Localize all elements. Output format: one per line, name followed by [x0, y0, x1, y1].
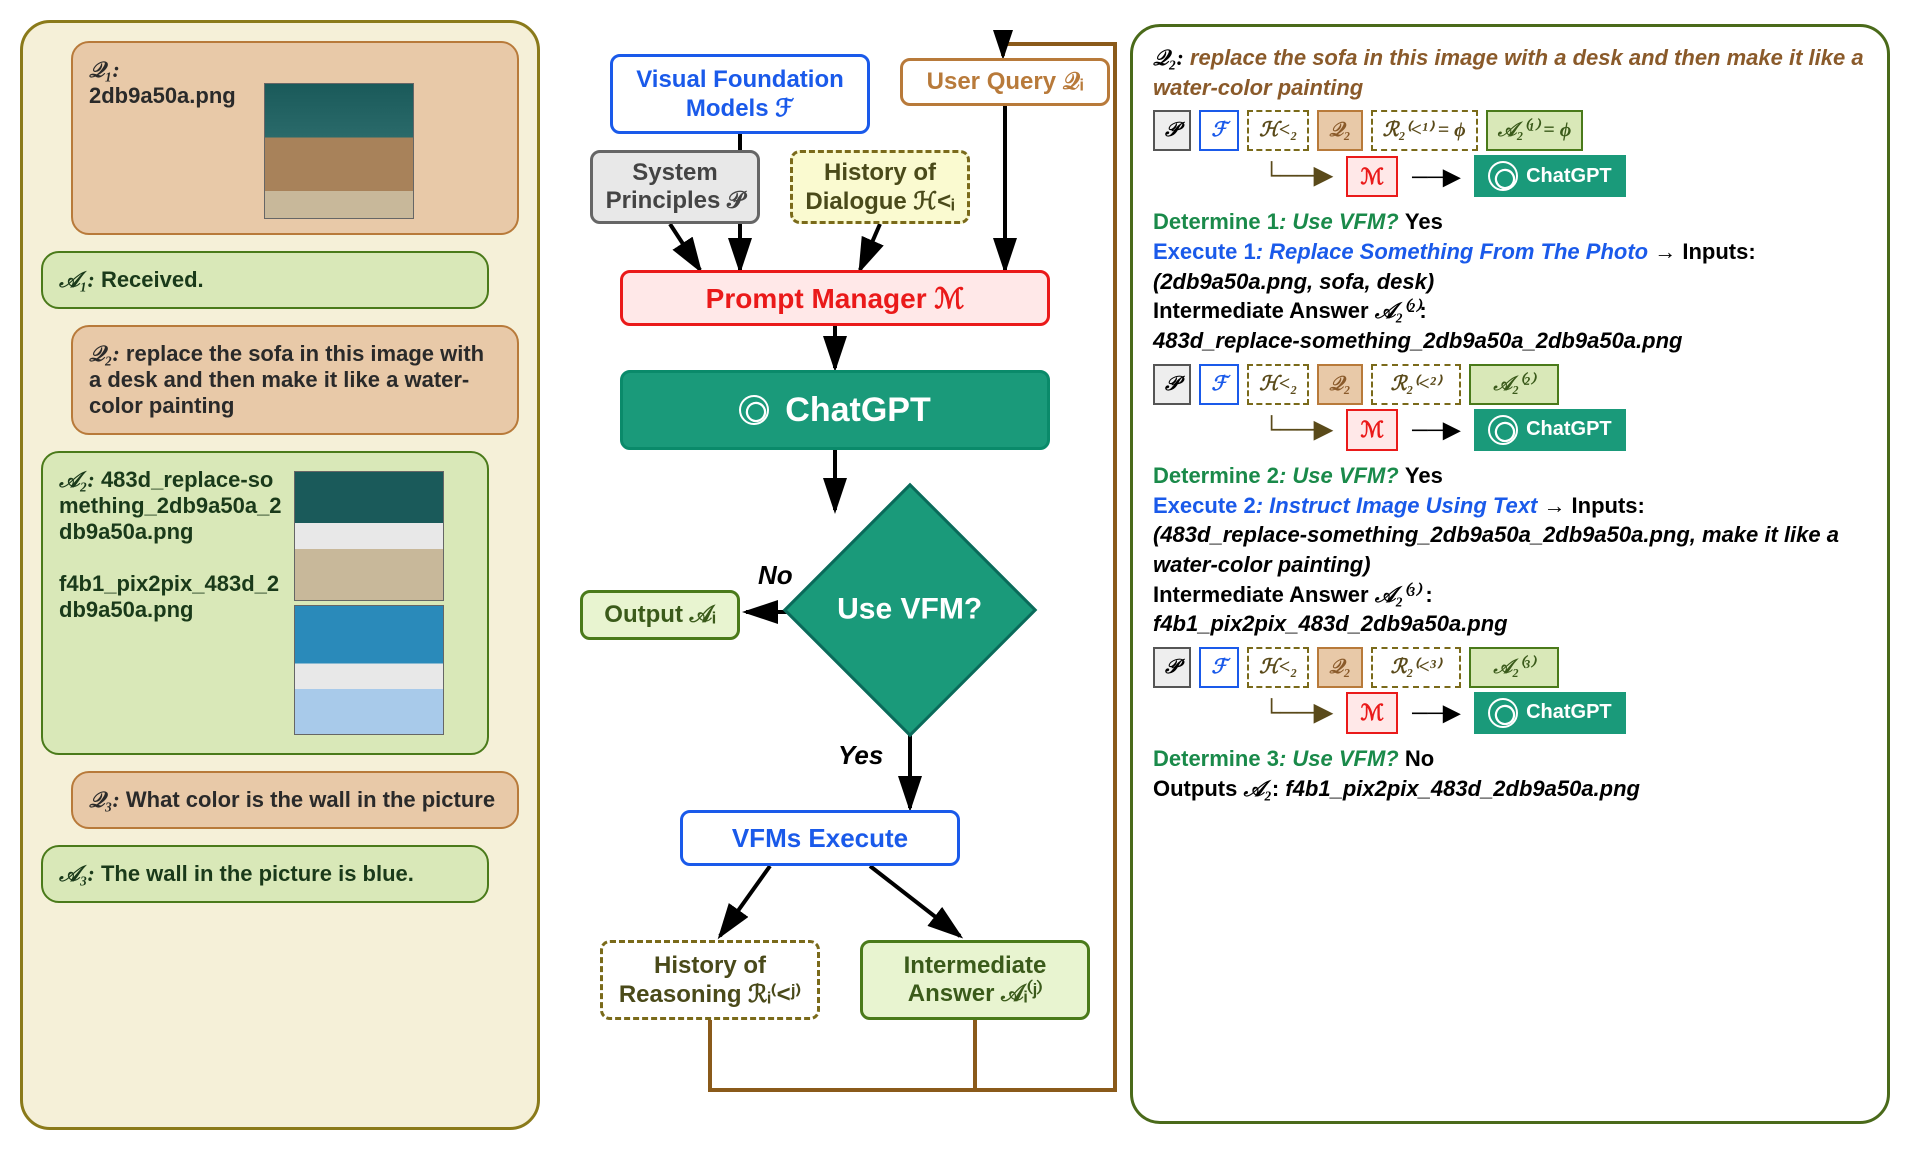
q3-label: 𝒬₃: [89, 787, 120, 812]
execute-1: Execute 1: Replace Something From The Ph… [1153, 237, 1867, 296]
connector-icon: └──▶ [1263, 160, 1332, 192]
tok-P: 𝒫 [1153, 364, 1191, 405]
user-query-box: User Query 𝒬ᵢ [900, 58, 1110, 106]
tok-R3: ℛ₂⁽<³⁾ [1371, 647, 1461, 688]
q2-text: replace the sofa in this image with a de… [89, 341, 484, 418]
a2-file2: f4b1_pix2pix_483d_2db9a50a.png [59, 571, 279, 622]
intermediate-answer-box: Intermediate Answer 𝒜ᵢ⁽ʲ⁾ [860, 940, 1090, 1020]
tok-P: 𝒫 [1153, 110, 1191, 151]
watercolor-desk-image [294, 605, 444, 735]
tok-H: ℋ<₂ [1247, 110, 1309, 151]
tok-F: ℱ [1199, 364, 1239, 405]
tok-H: ℋ<₂ [1247, 364, 1309, 405]
a3-bubble: 𝒜₃: The wall in the picture is blue. [41, 845, 489, 903]
token-row-3: 𝒫 ℱ ℋ<₂ 𝒬₂ ℛ₂⁽<³⁾ 𝒜₂⁽³⁾ [1153, 647, 1867, 688]
tok-F: ℱ [1199, 647, 1239, 688]
arrow-right-icon: ──▶ [1412, 698, 1460, 728]
prompt-manager-m: ℳ [1346, 156, 1398, 198]
decision-text: Use VFM? [837, 593, 982, 626]
q1-bubble: 𝒬₁: 2db9a50a.png [71, 41, 519, 235]
a2-bubble: 𝒜₂: 483d_replace-something_2db9a50a_2db9… [41, 451, 489, 755]
q3-text: What color is the wall in the picture [126, 787, 495, 812]
q2-label: 𝒬₂: [89, 341, 120, 366]
tok-Q: 𝒬₂ [1317, 364, 1362, 405]
a3-text: The wall in the picture is blue. [101, 861, 414, 886]
system-principles-box: System Principles 𝒫 [590, 150, 760, 224]
a2-label: 𝒜₂: [59, 467, 95, 492]
tok-F: ℱ [1199, 110, 1239, 151]
q2-bubble: 𝒬₂: replace the sofa in this image with … [71, 325, 519, 435]
a1-text: Received. [101, 267, 204, 292]
token-row-2: 𝒫 ℱ ℋ<₂ 𝒬₂ ℛ₂⁽<²⁾ 𝒜₂⁽²⁾ [1153, 364, 1867, 405]
reasoning-trace-panel: 𝒬₂: replace the sofa in this image with … [1130, 24, 1890, 1124]
visual-chatgpt-diagram: 𝒬₁: 2db9a50a.png 𝒜₁: Received. 𝒬₂: repla… [20, 20, 1900, 1132]
m-flow-2: └──▶ ℳ ──▶ ChatGPT [1263, 409, 1867, 451]
intermediate-1: Intermediate Answer 𝒜₂⁽²⁾: 483d_replace-… [1153, 296, 1867, 355]
final-output: Outputs 𝒜₂: f4b1_pix2pix_483d_2db9a50a.p… [1153, 774, 1867, 804]
vfm-models-box: Visual Foundation Models ℱ [610, 54, 870, 134]
a2-thumbnails [294, 467, 444, 739]
flowchart: Visual Foundation Models ℱ User Query 𝒬ᵢ… [560, 30, 1120, 1110]
determine-3: Determine 3: Use VFM? No [1153, 744, 1867, 774]
openai-logo-icon [1488, 415, 1518, 445]
m-flow-3: └──▶ ℳ ──▶ ChatGPT [1263, 692, 1867, 734]
q3-bubble: 𝒬₃: What color is the wall in the pictur… [71, 771, 519, 829]
q1-filename: 2db9a50a.png [89, 83, 236, 109]
right-q2-text: replace the sofa in this image with a de… [1153, 45, 1864, 100]
dialogue-panel: 𝒬₁: 2db9a50a.png 𝒜₁: Received. 𝒬₂: repla… [20, 20, 540, 1130]
right-q2: 𝒬₂: replace the sofa in this image with … [1153, 43, 1867, 102]
tok-H: ℋ<₂ [1247, 647, 1309, 688]
tok-P: 𝒫 [1153, 647, 1191, 688]
execute-2: Execute 2: Instruct Image Using Text → I… [1153, 491, 1867, 580]
sofa-image-thumbnail [264, 83, 414, 219]
connector-icon: └──▶ [1263, 697, 1332, 729]
a1-bubble: 𝒜₁: Received. [41, 251, 489, 309]
determine-2: Determine 2: Use VFM? Yes [1153, 461, 1867, 491]
a3-label: 𝒜₃: [59, 861, 95, 886]
history-reasoning-box: History of Reasoning ℛᵢ⁽<ʲ⁾ [600, 940, 820, 1020]
chatgpt-pill: ChatGPT [1474, 409, 1626, 451]
openai-logo-icon [739, 395, 769, 425]
determine-1: Determine 1: Use VFM? Yes [1153, 207, 1867, 237]
chatgpt-box: ChatGPT [620, 370, 1050, 450]
tok-Q: 𝒬₂ [1317, 647, 1362, 688]
tok-A1: 𝒜₂⁽¹⁾ = ϕ [1486, 110, 1584, 151]
prompt-manager-m: ℳ [1346, 692, 1398, 734]
m-flow-1: └──▶ ℳ ──▶ ChatGPT [1263, 155, 1867, 197]
desk-image-1 [294, 471, 444, 601]
chatgpt-pill: ChatGPT [1474, 155, 1626, 197]
no-label: No [758, 560, 793, 591]
chatgpt-small-label: ChatGPT [1526, 416, 1612, 443]
openai-logo-icon [1488, 698, 1518, 728]
output-box: Output 𝒜ᵢ [580, 590, 740, 640]
chatgpt-small-label: ChatGPT [1526, 699, 1612, 726]
tok-Q: 𝒬₂ [1317, 110, 1362, 151]
intermediate-2: Intermediate Answer 𝒜₂⁽³⁾ : f4b1_pix2pix… [1153, 580, 1867, 639]
tok-A3: 𝒜₂⁽³⁾ [1469, 647, 1559, 688]
chatgpt-pill: ChatGPT [1474, 692, 1626, 734]
yes-label: Yes [838, 740, 883, 771]
right-q2-label: 𝒬₂: [1153, 45, 1184, 70]
chatgpt-label: ChatGPT [785, 391, 930, 430]
token-row-1: 𝒫 ℱ ℋ<₂ 𝒬₂ ℛ₂⁽<¹⁾ = ϕ 𝒜₂⁽¹⁾ = ϕ [1153, 110, 1867, 151]
tok-A2: 𝒜₂⁽²⁾ [1469, 364, 1559, 405]
chatgpt-small-label: ChatGPT [1526, 163, 1612, 190]
connector-icon: └──▶ [1263, 414, 1332, 446]
a1-label: 𝒜₁: [59, 267, 95, 292]
vfms-execute-box: VFMs Execute [680, 810, 960, 866]
arrow-right-icon: ──▶ [1412, 162, 1460, 192]
history-dialogue-box: History of Dialogue ℋ<ᵢ [790, 150, 970, 224]
tok-R2: ℛ₂⁽<²⁾ [1371, 364, 1461, 405]
arrow-right-icon: ──▶ [1412, 415, 1460, 445]
prompt-manager-box: Prompt Manager ℳ [620, 270, 1050, 326]
q1-label: 𝒬₁: [89, 57, 120, 82]
openai-logo-icon [1488, 161, 1518, 191]
use-vfm-decision: Use VFM? [783, 483, 1038, 738]
prompt-manager-m: ℳ [1346, 409, 1398, 451]
tok-R1: ℛ₂⁽<¹⁾ = ϕ [1371, 110, 1478, 151]
